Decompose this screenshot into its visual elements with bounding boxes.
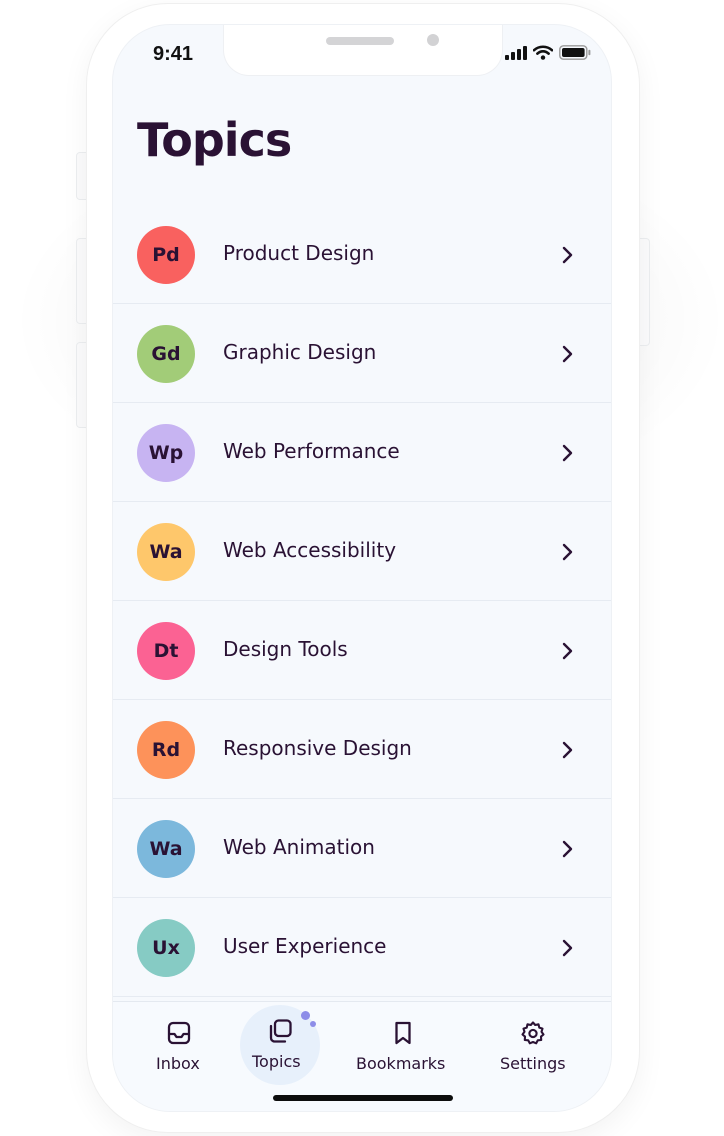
topic-label: Product Design bbox=[223, 241, 375, 265]
topic-avatar: Gd bbox=[137, 325, 195, 383]
topics-icon bbox=[269, 1019, 292, 1043]
tab-label: Topics bbox=[252, 1052, 301, 1071]
bookmark-icon bbox=[395, 1021, 411, 1045]
topic-label: Web Animation bbox=[223, 835, 375, 859]
inbox-icon bbox=[167, 1021, 191, 1045]
status-time: 9:41 bbox=[153, 43, 194, 65]
chevron-right-icon bbox=[562, 543, 573, 561]
topic-avatar: Dt bbox=[137, 622, 195, 680]
topic-avatar: Ux bbox=[137, 919, 195, 977]
topic-label: Design Tools bbox=[223, 637, 348, 661]
speaker-grille bbox=[326, 37, 394, 45]
topic-label: Responsive Design bbox=[223, 736, 412, 760]
status-icons bbox=[505, 45, 591, 64]
page-title: Topics bbox=[137, 113, 292, 167]
topic-row-user-experience[interactable]: Ux User Experience bbox=[113, 898, 611, 997]
topic-row-graphic-design[interactable]: Gd Graphic Design bbox=[113, 304, 611, 403]
chevron-right-icon bbox=[562, 444, 573, 462]
topic-label: Graphic Design bbox=[223, 340, 377, 364]
tab-label: Inbox bbox=[156, 1054, 200, 1073]
topic-label: Web Accessibility bbox=[223, 538, 397, 562]
front-camera bbox=[427, 34, 439, 46]
tab-inbox[interactable]: Inbox bbox=[139, 1002, 219, 1111]
topic-avatar: Pd bbox=[137, 226, 195, 284]
chevron-right-icon bbox=[562, 246, 573, 264]
topic-avatar: Wa bbox=[137, 820, 195, 878]
tab-label: Bookmarks bbox=[356, 1054, 446, 1073]
topic-row-design-tools[interactable]: Dt Design Tools bbox=[113, 601, 611, 700]
wifi-icon bbox=[532, 45, 554, 64]
home-indicator[interactable] bbox=[273, 1095, 453, 1101]
tab-label: Settings bbox=[500, 1054, 566, 1073]
tab-settings[interactable]: Settings bbox=[493, 1002, 573, 1111]
topic-avatar: Rd bbox=[137, 721, 195, 779]
topic-avatar: Wa bbox=[137, 523, 195, 581]
topic-row-responsive-design[interactable]: Rd Responsive Design bbox=[113, 700, 611, 799]
topic-label: User Experience bbox=[223, 934, 387, 958]
topic-row-web-performance[interactable]: Wp Web Performance bbox=[113, 403, 611, 502]
device-mockup: 9:41 Topics Pd Product Design Gd Graphic… bbox=[0, 0, 724, 1136]
topic-list: Pd Product Design Gd Graphic Design Wp W… bbox=[113, 205, 611, 997]
chevron-right-icon bbox=[562, 345, 573, 363]
topic-row-product-design[interactable]: Pd Product Design bbox=[113, 205, 611, 304]
topic-row-web-accessibility[interactable]: Wa Web Accessibility bbox=[113, 502, 611, 601]
gear-icon bbox=[521, 1021, 545, 1045]
notch bbox=[223, 25, 503, 76]
topic-row-web-animation[interactable]: Wa Web Animation bbox=[113, 799, 611, 898]
cellular-signal-icon bbox=[505, 45, 527, 64]
topic-avatar: Wp bbox=[137, 424, 195, 482]
battery-icon bbox=[559, 45, 591, 64]
chevron-right-icon bbox=[562, 939, 573, 957]
phone-screen: 9:41 Topics Pd Product Design Gd Graphic… bbox=[112, 24, 612, 1112]
chevron-right-icon bbox=[562, 840, 573, 858]
chevron-right-icon bbox=[562, 741, 573, 759]
chevron-right-icon bbox=[562, 642, 573, 660]
topic-label: Web Performance bbox=[223, 439, 400, 463]
